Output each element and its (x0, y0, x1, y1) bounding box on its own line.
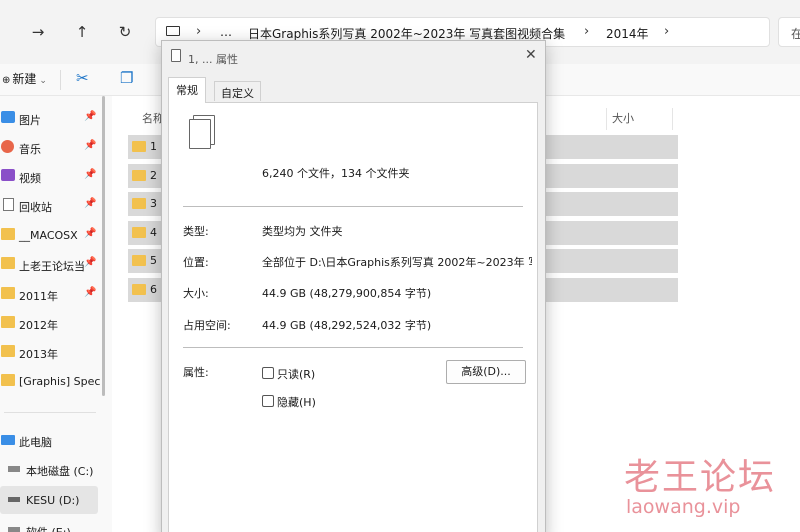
sidebar-item-recycle-bin[interactable]: 回收站 📌 (0, 193, 98, 219)
chevron-down-icon: ⌄ (39, 76, 47, 86)
sidebar-item-videos[interactable]: 视频 📌 (0, 164, 98, 190)
pin-icon[interactable]: 📌 (84, 111, 96, 122)
size-value: 44.9 GB (48,279,900,854 字节) (262, 287, 432, 300)
disk-size-value: 44.9 GB (48,292,524,032 字节) (262, 319, 432, 332)
dialog-title: 1, ... 属性 (188, 53, 238, 66)
folder-icon (1, 345, 15, 357)
column-header-size[interactable]: 大小 (612, 110, 634, 126)
drive-c-icon (8, 466, 20, 472)
pin-icon[interactable]: 📌 (84, 257, 96, 268)
file-count-summary: 6,240 个文件，134 个文件夹 (262, 167, 410, 180)
refresh-icon[interactable]: ↻ (113, 20, 137, 44)
sidebar-item-macosx[interactable]: __MACOSX 📌 (0, 223, 98, 249)
video-icon (1, 169, 15, 181)
sidebar-divider (4, 412, 96, 413)
advanced-button[interactable]: 高级(D)... (446, 360, 526, 384)
search-input[interactable]: 在 (778, 17, 800, 47)
pictures-icon (1, 111, 15, 123)
copy-icon[interactable]: ❐ (120, 69, 133, 87)
divider (183, 206, 523, 207)
up-icon[interactable]: ↑ (70, 20, 94, 44)
sidebar-item-drive-e[interactable]: 软件 (E:) (0, 518, 98, 532)
folder-icon (1, 374, 15, 386)
drive-d-icon (8, 497, 20, 502)
watermark-cn: 老王论坛 (624, 457, 777, 498)
size-label: 大小: (183, 287, 209, 300)
pin-icon[interactable]: 📌 (84, 169, 96, 180)
location-value: 全部位于 D:\日本Graphis系列写真 2002年~2023年 写 (262, 256, 532, 269)
this-pc-icon (1, 435, 15, 445)
attributes-label: 属性: (183, 366, 209, 379)
folder-icon (132, 227, 146, 238)
sidebar-item-drive-c[interactable]: 本地磁盘 (C:) (0, 457, 98, 483)
sidebar-item-laowang[interactable]: 上老王论坛当 📌 (0, 252, 98, 278)
folder-icon (1, 316, 15, 328)
readonly-label[interactable]: 只读(R) (277, 366, 315, 382)
folder-icon (132, 198, 146, 209)
sidebar-item-music[interactable]: 音乐 📌 (0, 135, 98, 161)
navigation-pane: 图片 📌 音乐 📌 视频 📌 回收站 📌 __MACOSX 📌 上老王论坛当 📌… (0, 96, 105, 532)
hidden-checkbox[interactable] (262, 395, 274, 407)
file-copy-icon (171, 49, 181, 62)
forward-icon[interactable]: → (26, 20, 50, 44)
watermark-en: laowang.vip (626, 496, 741, 518)
breadcrumb-overflow[interactable]: … (220, 25, 232, 39)
recycle-bin-icon (3, 198, 14, 211)
folder-icon (1, 228, 15, 240)
toolbar-divider (60, 70, 61, 90)
readonly-checkbox[interactable] (262, 367, 274, 379)
sidebar-scrollbar[interactable] (102, 96, 105, 396)
pin-icon[interactable]: 📌 (84, 140, 96, 151)
tab-general[interactable]: 常规 (168, 77, 206, 103)
tab-customize[interactable]: 自定义 (214, 81, 261, 101)
chevron-right-icon: › (584, 24, 590, 39)
divider (183, 347, 523, 348)
pin-icon[interactable]: 📌 (84, 228, 96, 239)
folder-icon (1, 287, 15, 299)
scissors-icon[interactable]: ✂ (76, 69, 89, 87)
properties-dialog: 1, ... 属性 ✕ 常规 自定义 6,240 个文件，134 个文件夹 类型… (161, 40, 546, 532)
music-icon (1, 140, 14, 153)
pin-icon[interactable]: 📌 (84, 287, 96, 298)
sidebar-item-2013[interactable]: 2013年 (0, 340, 98, 366)
disk-size-label: 占用空间: (183, 319, 231, 332)
sidebar-item-2012[interactable]: 2012年 (0, 311, 98, 337)
chevron-right-icon: › (196, 24, 202, 39)
close-icon[interactable]: ✕ (525, 47, 537, 63)
plus-icon: ⊕ (2, 75, 11, 86)
sidebar-item-2011[interactable]: 2011年 📌 (0, 282, 98, 308)
folder-icon (132, 255, 146, 266)
pin-icon[interactable]: 📌 (84, 198, 96, 209)
breadcrumb-item-2014[interactable]: 2014年 (606, 25, 649, 42)
type-label: 类型: (183, 225, 209, 238)
watermark: 老王论坛 laowang.vip (624, 448, 777, 518)
tab-panel-general: 6,240 个文件，134 个文件夹 类型: 类型均为 文件夹 位置: 全部位于… (168, 102, 538, 532)
sidebar-item-this-pc[interactable]: 此电脑 (0, 428, 98, 454)
new-button[interactable]: ⊕ 新建 ⌄ (2, 70, 47, 87)
column-divider[interactable] (606, 108, 607, 130)
chevron-right-icon: › (664, 24, 670, 39)
computer-icon (166, 26, 180, 36)
drive-e-icon (8, 527, 20, 532)
sidebar-item-drive-d[interactable]: KESU (D:) (0, 486, 98, 514)
column-divider[interactable] (672, 108, 673, 130)
multiple-files-icon (189, 119, 211, 149)
hidden-label[interactable]: 隐藏(H) (277, 394, 316, 410)
folder-icon (1, 257, 15, 269)
type-value: 类型均为 文件夹 (262, 225, 343, 238)
sidebar-item-pictures[interactable]: 图片 📌 (0, 106, 98, 132)
folder-icon (132, 141, 146, 152)
sidebar-item-graphis-spec[interactable]: [Graphis] Spec (0, 369, 100, 395)
folder-icon (132, 284, 146, 295)
location-label: 位置: (183, 256, 209, 269)
folder-icon (132, 170, 146, 181)
